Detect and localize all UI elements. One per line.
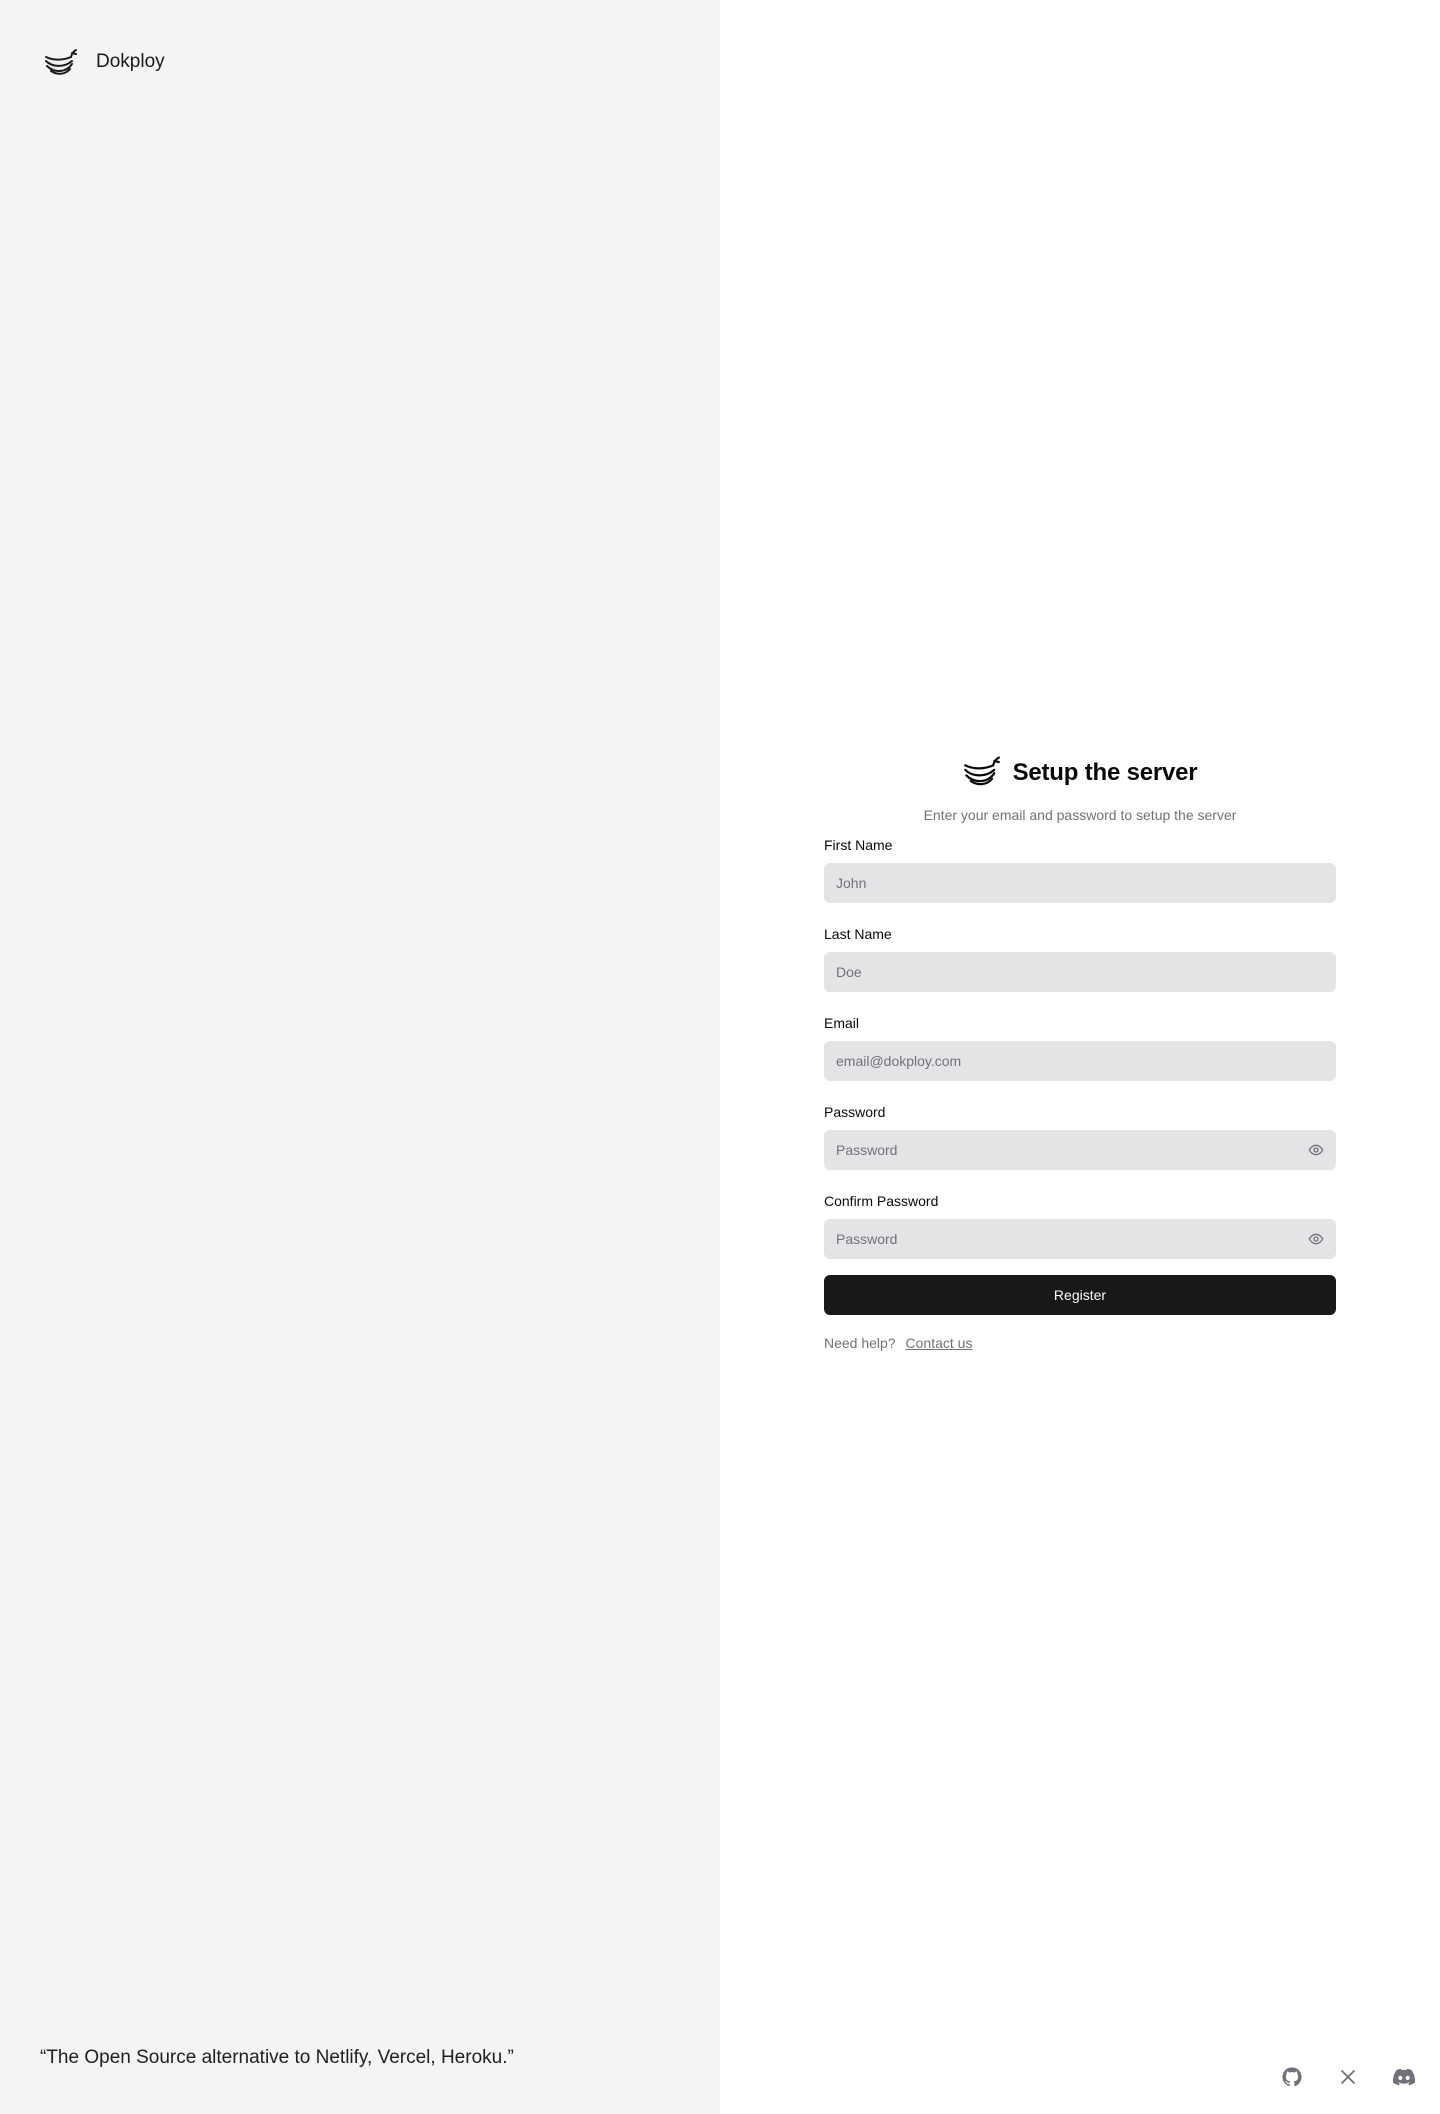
- confirm-password-box: [824, 1219, 1336, 1259]
- brand-name: Dokploy: [96, 51, 165, 72]
- github-icon[interactable]: [1280, 2065, 1304, 2089]
- x-icon[interactable]: [1336, 2065, 1360, 2089]
- confirm-password-input[interactable]: [824, 1219, 1336, 1259]
- brand-link[interactable]: Dokploy: [44, 44, 165, 80]
- first-name-label: First Name: [824, 837, 893, 853]
- last-name-input[interactable]: [824, 952, 1336, 992]
- first-name-input[interactable]: [824, 863, 1336, 903]
- dokploy-logo-icon: [963, 754, 1001, 793]
- confirm-password-group: Confirm Password: [824, 1192, 1336, 1259]
- password-input[interactable]: [824, 1130, 1336, 1170]
- last-name-box: [824, 952, 1336, 992]
- email-group: Email: [824, 1014, 1336, 1081]
- password-group: Password: [824, 1103, 1336, 1170]
- tagline-quote: “The Open Source alternative to Netlify,…: [40, 2047, 514, 2068]
- email-input[interactable]: [824, 1041, 1336, 1081]
- first-name-box: [824, 863, 1336, 903]
- contact-us-link[interactable]: Contact us: [906, 1335, 973, 1351]
- register-button[interactable]: Register: [824, 1275, 1336, 1315]
- password-box: [824, 1130, 1336, 1170]
- last-name-group: Last Name: [824, 925, 1336, 992]
- page-subtitle: Enter your email and password to setup t…: [923, 807, 1237, 823]
- social-links: [1280, 2065, 1416, 2089]
- password-label: Password: [824, 1104, 886, 1120]
- eye-icon[interactable]: [1308, 1142, 1324, 1158]
- page-title: Setup the server: [1012, 759, 1198, 786]
- eye-icon[interactable]: [1308, 1231, 1324, 1247]
- help-row: Need help? Contact us: [824, 1333, 1336, 1353]
- last-name-label: Last Name: [824, 926, 892, 942]
- dokploy-logo-icon: [44, 47, 78, 77]
- setup-form: Setup the server Enter your email and pa…: [824, 753, 1336, 1353]
- email-label: Email: [824, 1015, 860, 1031]
- form-header: Setup the server: [824, 753, 1336, 793]
- setup-panel: Setup the server Enter your email and pa…: [720, 0, 1440, 2114]
- email-box: [824, 1041, 1336, 1081]
- help-text: Need help?: [824, 1335, 896, 1351]
- confirm-password-label: Confirm Password: [824, 1193, 939, 1209]
- discord-icon[interactable]: [1392, 2065, 1416, 2089]
- brand-panel: Dokploy “The Open Source alternative to …: [0, 0, 720, 2114]
- first-name-group: First Name: [824, 836, 1336, 903]
